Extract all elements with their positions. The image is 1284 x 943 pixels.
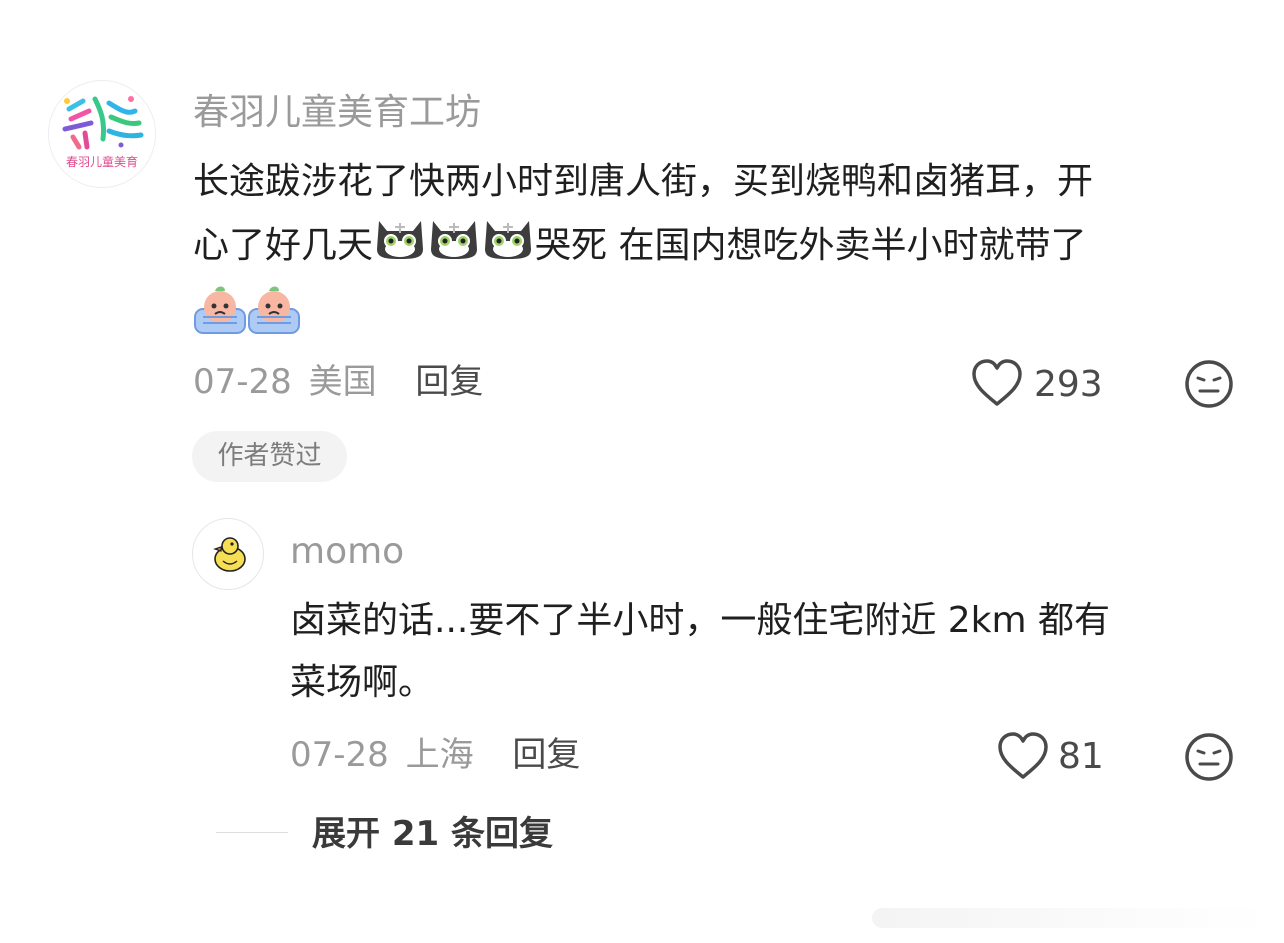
reply-body: 卤菜的话...要不了半小时，一般住宅附近 2km 都有 菜场啊。	[290, 590, 1260, 714]
cat-emoji-icon	[481, 213, 535, 281]
like-button[interactable]	[970, 358, 1024, 410]
reply-line-1: 卤菜的话...要不了半小时，一般住宅附近 2km 都有	[290, 600, 1111, 641]
meh-face-icon	[1185, 360, 1233, 408]
comment-date: 07-28	[193, 362, 292, 402]
reply-user-avatar[interactable]	[192, 518, 264, 590]
dislike-button[interactable]	[1183, 358, 1235, 410]
cat-emoji-icon	[373, 213, 427, 281]
crying-emoji-icon	[247, 283, 301, 339]
comment-meta: 07-28 美国 回复	[193, 360, 483, 404]
bottom-fade-indicator	[872, 904, 1268, 932]
meh-face-icon	[1185, 733, 1233, 781]
user-avatar[interactable]: 春羽儿童美育	[48, 80, 156, 188]
cat-emoji-icon	[427, 213, 481, 281]
reply-dislike-button[interactable]	[1183, 731, 1235, 783]
comment-line-2: 心了好几天 哭死 在国内想吃外卖半小时就带了	[193, 213, 1253, 281]
comment-line-2-start: 心了好几天	[193, 225, 374, 266]
reply-reply-button[interactable]: 回复	[512, 735, 580, 775]
reply-like-button[interactable]	[996, 731, 1050, 783]
reply-date: 07-28	[290, 735, 389, 775]
reply-meta: 07-28 上海 回复	[290, 733, 580, 777]
comment-line-2-end: 哭死 在国内想吃外卖半小时就带了	[535, 225, 1087, 266]
comment-location: 美国	[308, 362, 377, 402]
expand-divider	[216, 832, 288, 833]
expand-replies-button[interactable]: 展开 21 条回复	[312, 812, 553, 856]
reply-username[interactable]: momo	[290, 530, 404, 574]
comment-username[interactable]: 春羽儿童美育工坊	[193, 91, 481, 135]
reply-line-2: 菜场啊。	[290, 662, 435, 703]
reply-like-count: 81	[1058, 736, 1104, 777]
avatar-logo-icon	[49, 81, 155, 187]
comment-body: 长途跋涉花了快两小时到唐人街，买到烧鸭和卤猪耳，开 心了好几天 哭死 在国内想吃…	[193, 151, 1253, 281]
avatar-caption: 春羽儿童美育	[65, 155, 138, 169]
reply-location: 上海	[405, 735, 474, 775]
like-count: 293	[1034, 364, 1103, 405]
heart-icon	[972, 359, 1022, 406]
crying-emoji-icon	[193, 283, 247, 339]
duck-icon	[213, 537, 246, 572]
crying-emoji-row	[193, 283, 301, 339]
comment-line-1: 长途跋涉花了快两小时到唐人街，买到烧鸭和卤猪耳，开	[193, 161, 1094, 202]
heart-icon	[998, 732, 1048, 779]
author-liked-badge: 作者赞过	[192, 431, 347, 482]
reply-button[interactable]: 回复	[415, 362, 483, 402]
